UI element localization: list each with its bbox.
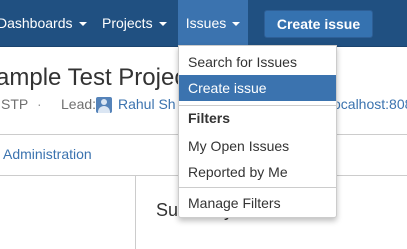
menu-item-search-for-issues[interactable]: Search for Issues [179,49,336,75]
chevron-down-icon [78,22,87,27]
project-lead-link[interactable]: Rahul Sh [118,96,176,112]
project-url-link[interactable]: ocalhost:808 [333,96,407,112]
sidebar-divider [135,176,136,249]
filters-heading: Filters [188,110,231,126]
issues-dropdown-menu: Search for Issues Create issue Filters M… [178,45,337,218]
menu-item-create-issue[interactable]: Create issue [179,75,336,101]
nav-projects-menu[interactable]: Projects [102,0,167,46]
menu-divider [179,187,336,188]
create-issue-button[interactable]: Create issue [264,10,373,38]
project-title[interactable]: ample Test Projec [0,64,186,92]
nav-issues-label: Issues [185,15,227,31]
menu-item-reported-by-me[interactable]: Reported by Me [179,159,336,185]
avatar-head-shape [101,99,107,105]
project-lead-label: Lead: [61,96,97,112]
menu-item-manage-filters[interactable]: Manage Filters [179,190,336,216]
nav-dashboards-label: Dashboards [0,15,73,31]
menu-divider [179,105,336,106]
administration-link[interactable]: Administration [3,146,92,162]
avatar-icon [96,97,112,113]
nav-projects-label: Projects [102,15,153,31]
chevron-down-icon [158,22,167,27]
chevron-down-icon [232,22,241,27]
nav-dashboards-menu[interactable]: Dashboards [0,0,87,46]
project-key: STP [1,96,29,112]
meta-separator: · [37,96,42,112]
nav-issues-menu[interactable]: Issues [178,0,248,46]
menu-item-my-open-issues[interactable]: My Open Issues [179,133,336,159]
avatar-shoulders-shape [98,106,110,113]
top-navigation-bar: Dashboards Projects Issues Create issue [0,0,407,47]
